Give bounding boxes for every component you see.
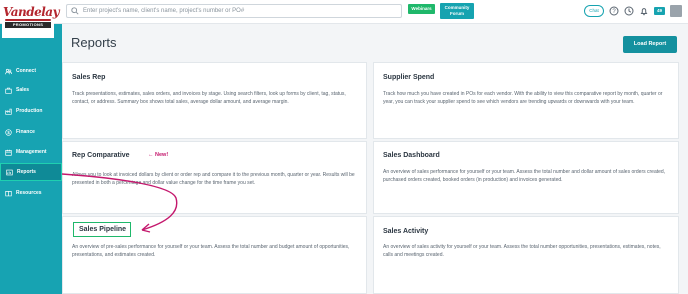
svg-text:$: $ <box>7 130 10 135</box>
card-description: Allows you to look at invoiced dollars b… <box>72 172 355 187</box>
load-report-button[interactable]: Load Report <box>623 36 677 53</box>
new-badge-label: New! <box>155 152 169 158</box>
card-title[interactable]: Sales Dashboard <box>383 152 440 159</box>
report-card-sales-pipeline[interactable]: Sales Pipeline An overview of pre-sales … <box>62 216 367 294</box>
card-description: An overview of pre-sales performance for… <box>72 244 350 259</box>
logo-swoosh <box>5 19 51 21</box>
user-badge[interactable]: 49 <box>654 7 665 15</box>
new-badge: ← New! <box>148 152 169 158</box>
sidebar-item-connect[interactable]: Connect <box>0 62 62 80</box>
chat-button[interactable]: Chat <box>584 5 604 17</box>
report-card-sales-rep[interactable]: Sales Rep Track presentations, estimates… <box>62 62 367 139</box>
card-title[interactable]: Sales Activity <box>383 228 428 235</box>
sidebar-item-management[interactable]: Management <box>0 143 62 161</box>
management-icon <box>5 149 12 156</box>
community-forum-button[interactable]: Community Forum <box>440 3 474 19</box>
sidebar-item-label: Reports <box>17 169 36 175</box>
card-title[interactable]: Sales Rep <box>72 74 105 81</box>
webinars-button[interactable]: Webinars <box>408 4 435 14</box>
logo-text: Vandelay <box>3 5 60 19</box>
store-icon[interactable] <box>670 5 682 17</box>
top-bar: Enter project's name, client's name, pro… <box>0 0 688 24</box>
card-description: An overview of sales performance for you… <box>383 169 666 184</box>
search-icon <box>71 7 79 15</box>
search-placeholder: Enter project's name, client's name, pro… <box>83 8 245 14</box>
sales-icon <box>5 87 12 94</box>
sidebar-item-resources[interactable]: Resources <box>0 184 62 202</box>
sidebar: Connect Sales Production $ Finance Manag… <box>0 24 62 294</box>
reports-icon <box>6 169 13 175</box>
sidebar-item-reports[interactable]: Reports <box>0 163 62 181</box>
sidebar-item-sales[interactable]: Sales <box>0 81 62 99</box>
sidebar-item-finance[interactable]: $ Finance <box>0 123 62 141</box>
sidebar-item-label: Production <box>16 108 43 114</box>
card-title[interactable]: Supplier Spend <box>383 74 434 81</box>
production-icon <box>5 108 12 115</box>
report-card-rep-comparative[interactable]: Rep Comparative ← New! Allows you to loo… <box>62 141 367 214</box>
card-description: Track presentations, estimates, sales or… <box>72 91 346 106</box>
logo[interactable]: Vandelay PROMOTIONS <box>2 2 60 38</box>
card-description: An overview of sales activity for yourse… <box>383 244 661 259</box>
report-card-supplier-spend[interactable]: Supplier Spend Track how much you have c… <box>373 62 679 139</box>
help-icon[interactable]: ? <box>609 6 619 16</box>
bell-icon[interactable] <box>639 6 649 16</box>
connect-icon <box>5 68 12 74</box>
report-card-sales-dashboard[interactable]: Sales Dashboard An overview of sales per… <box>373 141 679 214</box>
report-card-sales-activity[interactable]: Sales Activity An overview of sales acti… <box>373 216 679 294</box>
sidebar-item-label: Sales <box>16 87 30 93</box>
resources-icon <box>5 190 12 196</box>
sidebar-item-label: Connect <box>16 68 36 74</box>
sidebar-item-label: Finance <box>16 129 35 135</box>
logo-subtitle: PROMOTIONS <box>5 22 51 28</box>
search-input[interactable]: Enter project's name, client's name, pro… <box>66 4 402 18</box>
card-title[interactable]: Rep Comparative <box>72 152 130 159</box>
clock-icon[interactable] <box>624 6 634 16</box>
sidebar-item-production[interactable]: Production <box>0 102 62 120</box>
sidebar-item-label: Resources <box>16 190 42 196</box>
top-icons: Chat ? 49 <box>584 4 682 18</box>
sidebar-item-label: Management <box>16 149 47 155</box>
page-title: Reports <box>71 35 117 50</box>
finance-icon: $ <box>5 128 12 136</box>
card-description: Track how much you have created in POs f… <box>383 91 663 106</box>
card-title[interactable]: Sales Pipeline <box>79 226 126 233</box>
